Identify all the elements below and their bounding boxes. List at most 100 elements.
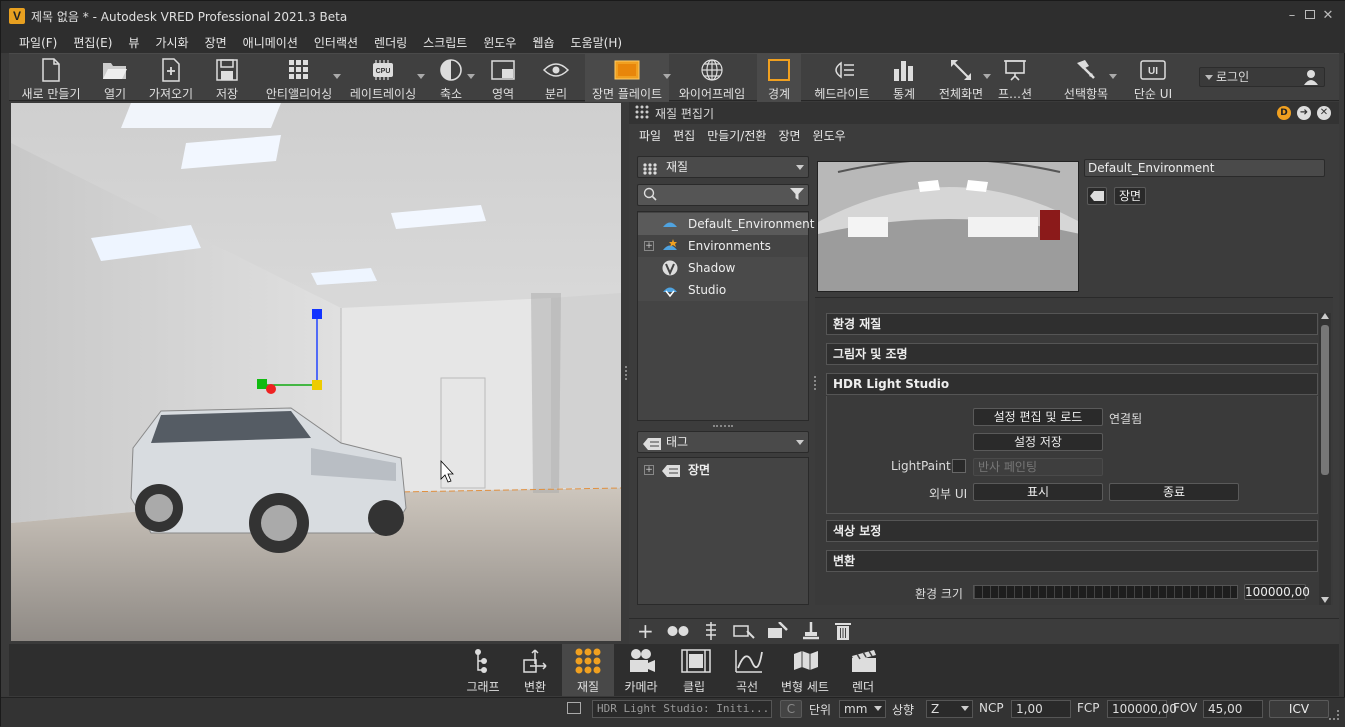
tree-item-default-environment[interactable]: Default_Environment: [638, 213, 814, 235]
menu-edit[interactable]: 편집(E): [65, 34, 120, 51]
panel-close-icon[interactable]: ✕: [1317, 106, 1331, 120]
tree-item-shadow[interactable]: Shadow: [638, 257, 808, 279]
menu-rendering[interactable]: 렌더링: [366, 34, 415, 51]
open-button[interactable]: 열기: [89, 54, 141, 102]
menu-visualization[interactable]: 가시화: [147, 34, 196, 51]
reduce-dropdown-icon[interactable]: [467, 74, 475, 79]
tree-item-environments[interactable]: + Environments: [638, 235, 808, 257]
edit-load-settings-button[interactable]: 설정 편집 및 로드: [973, 408, 1103, 426]
menu-script[interactable]: 스크립트: [415, 34, 475, 51]
section-color-correction[interactable]: 색상 보정: [826, 520, 1318, 542]
scene-plate-button[interactable]: 장면 플레이트: [585, 54, 671, 102]
editor-menu-create[interactable]: 만들기/전환: [701, 127, 772, 144]
region-button[interactable]: 영역: [481, 54, 525, 102]
tag-tree-item-scene[interactable]: + 장면: [638, 459, 808, 481]
3d-viewport[interactable]: [11, 103, 621, 641]
menu-animation[interactable]: 애니메이션: [235, 34, 306, 51]
projection-button[interactable]: 프…션: [993, 54, 1037, 102]
scroll-up-icon[interactable]: [1321, 313, 1329, 319]
unit-select[interactable]: mm: [839, 700, 886, 718]
headlight-button[interactable]: 헤드라이트: [807, 54, 877, 102]
fullscreen-dropdown-icon[interactable]: [983, 74, 991, 79]
pick-material-icon[interactable]: [767, 621, 789, 643]
delete-trash-icon[interactable]: [835, 622, 851, 643]
curve-module-button[interactable]: 곡선: [721, 644, 773, 696]
import-button[interactable]: 가져오기: [141, 54, 201, 102]
resize-grip-icon[interactable]: [1329, 710, 1339, 720]
new-button[interactable]: 새로 만들기: [13, 54, 89, 102]
scroll-down-icon[interactable]: [1321, 597, 1329, 603]
fullscreen-button[interactable]: 전체화면: [933, 54, 991, 102]
scene-tag-button[interactable]: 장면: [1114, 187, 1146, 205]
environment-size-field[interactable]: 100000,00: [1244, 584, 1310, 600]
menu-scene[interactable]: 장면: [197, 34, 235, 51]
fov-field[interactable]: 45,00: [1203, 700, 1263, 718]
raytracing-dropdown-icon[interactable]: [417, 74, 425, 79]
scrollbar-thumb[interactable]: [1321, 325, 1329, 475]
section-transform[interactable]: 변환: [826, 550, 1318, 572]
expand-plus-icon[interactable]: +: [644, 241, 654, 251]
clip-module-button[interactable]: 클립: [668, 644, 720, 696]
fcp-field[interactable]: 100000,00: [1107, 700, 1177, 718]
tree-splitter-handle[interactable]: [713, 425, 733, 428]
menu-help[interactable]: 도움말(H): [563, 34, 631, 51]
properties-scrollbar[interactable]: [1319, 313, 1331, 605]
tree-item-studio[interactable]: Studio: [638, 279, 808, 301]
tag-button[interactable]: [1087, 187, 1107, 205]
scene-plate-dropdown-icon[interactable]: [663, 74, 671, 79]
graph-module-button[interactable]: 그래프: [457, 644, 509, 696]
documentation-icon[interactable]: D: [1277, 106, 1291, 120]
editor-menu-window[interactable]: 윈도우: [807, 127, 852, 144]
antialiasing-button[interactable]: 안티앨리어싱: [259, 54, 341, 102]
close-icon[interactable]: ✕: [1321, 9, 1335, 23]
material-name-field[interactable]: Default_Environment: [1084, 159, 1325, 177]
raytracing-button[interactable]: CPU 레이트레이싱: [343, 54, 425, 102]
editor-menu-file[interactable]: 파일: [633, 127, 667, 144]
menu-view[interactable]: 뷰: [120, 34, 147, 51]
reduce-button[interactable]: 축소: [429, 54, 475, 102]
editor-menu-scene[interactable]: 장면: [772, 127, 806, 144]
menu-interaction[interactable]: 인터랙션: [306, 34, 366, 51]
section-hdr-light-studio[interactable]: HDR Light Studio: [826, 373, 1318, 395]
environment-preview-thumbnail[interactable]: [817, 161, 1079, 292]
save-button[interactable]: 저장: [201, 54, 253, 102]
material-module-button[interactable]: 재질: [562, 644, 614, 696]
menu-window[interactable]: 윈도우: [475, 34, 524, 51]
apply-material-icon[interactable]: [801, 622, 821, 643]
render-module-button[interactable]: 렌더: [837, 644, 889, 696]
material-switch-icon[interactable]: [703, 622, 719, 643]
undock-arrow-icon[interactable]: ➜: [1297, 106, 1311, 120]
lightpaint-mode-select[interactable]: 반사 페인팅: [973, 458, 1103, 476]
section-environment-material[interactable]: 환경 재질: [826, 313, 1318, 335]
show-external-ui-button[interactable]: 표시: [973, 483, 1103, 501]
section-shadow-lighting[interactable]: 그림자 및 조명: [826, 343, 1318, 365]
editor-menu-edit[interactable]: 편집: [667, 127, 701, 144]
variant-sets-module-button[interactable]: 변형 세트: [779, 644, 831, 696]
menu-webshop[interactable]: 웹숍: [524, 34, 562, 51]
camera-module-button[interactable]: 카메라: [615, 644, 667, 696]
save-settings-button[interactable]: 설정 저장: [973, 433, 1103, 451]
tag-combo[interactable]: 태그: [637, 431, 809, 453]
statistics-button[interactable]: 통계: [881, 54, 927, 102]
filter-funnel-icon[interactable]: [790, 187, 804, 207]
terminal-icon[interactable]: [567, 702, 581, 714]
wireframe-button[interactable]: 와이어프레임: [673, 54, 751, 102]
material-group-icon[interactable]: [667, 625, 689, 640]
menu-file[interactable]: 파일(F): [11, 34, 65, 51]
antialiasing-dropdown-icon[interactable]: [333, 74, 341, 79]
material-type-combo[interactable]: 재질: [637, 156, 809, 178]
simple-ui-button[interactable]: UI 단순 UI: [1125, 54, 1181, 102]
exit-external-ui-button[interactable]: 종료: [1109, 483, 1239, 501]
selection-button[interactable]: 선택항목: [1057, 54, 1117, 102]
transform-module-button[interactable]: 변환: [509, 644, 561, 696]
splitter-handle[interactable]: [625, 366, 627, 380]
maximize-icon[interactable]: [1303, 9, 1317, 23]
icv-button[interactable]: ICV: [1269, 700, 1329, 718]
login-dropdown[interactable]: 로그인: [1199, 67, 1325, 87]
properties-splitter-handle[interactable]: [814, 376, 816, 390]
environment-size-slider[interactable]: [973, 585, 1238, 599]
expand-plus-icon[interactable]: +: [644, 465, 654, 475]
up-axis-select[interactable]: Z: [926, 700, 973, 718]
ncp-field[interactable]: 1,00: [1011, 700, 1071, 718]
add-material-icon[interactable]: +: [637, 621, 654, 641]
